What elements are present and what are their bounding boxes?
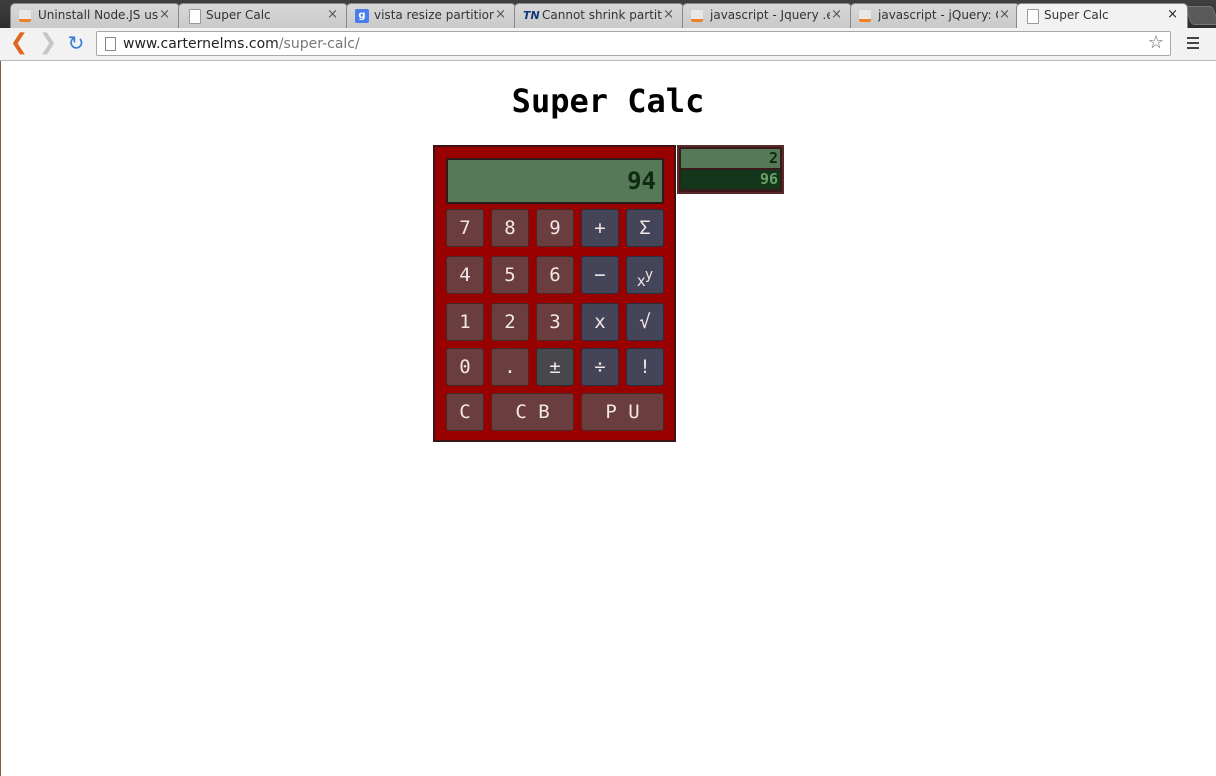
key-6[interactable]: 6 <box>536 256 574 294</box>
stackoverflow-icon <box>19 10 31 22</box>
key-7[interactable]: 7 <box>446 209 484 247</box>
tab-close-icon[interactable]: × <box>495 7 506 22</box>
key-push[interactable]: P U <box>581 393 664 431</box>
stackoverflow-icon <box>691 10 703 22</box>
page-icon <box>105 37 116 51</box>
page-title: Super Calc <box>511 82 705 120</box>
tab-close-icon[interactable]: × <box>831 7 842 22</box>
key-minus[interactable]: − <box>581 256 619 294</box>
page-icon <box>189 9 201 24</box>
window-edge <box>0 61 1 776</box>
stackoverflow-icon <box>859 10 871 22</box>
key-power-label: xy <box>636 267 654 290</box>
url-host: www.carternelms.com <box>123 36 279 52</box>
key-8[interactable]: 8 <box>491 209 529 247</box>
key-5[interactable]: 5 <box>491 256 529 294</box>
key-2[interactable]: 2 <box>491 303 529 341</box>
key-power[interactable]: xy <box>626 256 664 294</box>
key-4[interactable]: 4 <box>446 256 484 294</box>
history-stack: 2 96 <box>677 145 784 194</box>
key-factorial[interactable]: ! <box>626 348 664 386</box>
tab-close-icon[interactable]: × <box>1167 7 1178 22</box>
tab-title: vista resize partition <box>374 8 494 22</box>
key-plus[interactable]: + <box>581 209 619 247</box>
tab-title: Super Calc <box>1044 8 1109 22</box>
key-plus-minus[interactable]: ± <box>536 348 574 386</box>
tab-1[interactable]: Uninstall Node.JS usi × <box>10 3 180 28</box>
key-sqrt[interactable]: √ <box>626 303 664 341</box>
bookmark-star-icon[interactable]: ☆ <box>1148 32 1164 53</box>
key-clear[interactable]: C <box>446 393 484 431</box>
key-1[interactable]: 1 <box>446 303 484 341</box>
tab-strip: Uninstall Node.JS usi × Super Calc × g v… <box>0 0 1216 28</box>
calculator: 94 7 8 9 + Σ 4 5 6 − xy 1 2 3 x √ 0 . ± … <box>433 145 676 442</box>
tab-title: Uninstall Node.JS usi <box>38 8 158 22</box>
page-icon <box>1027 9 1039 24</box>
new-tab-button[interactable] <box>1184 6 1216 25</box>
tab-close-icon[interactable]: × <box>663 7 674 22</box>
address-bar[interactable]: www.carternelms.com/super-calc/ ☆ <box>96 31 1171 56</box>
tab-title: Cannot shrink partiti <box>542 8 662 22</box>
tab-3[interactable]: g vista resize partition × <box>346 3 516 28</box>
google-icon: g <box>355 9 369 23</box>
key-multiply[interactable]: x <box>581 303 619 341</box>
tab-6[interactable]: javascript - jQuery: G × <box>850 3 1020 28</box>
key-clear-back[interactable]: C B <box>491 393 574 431</box>
key-divide[interactable]: ÷ <box>581 348 619 386</box>
tab-close-icon[interactable]: × <box>999 7 1010 22</box>
key-decimal[interactable]: . <box>491 348 529 386</box>
history-entry[interactable]: 2 <box>681 149 780 168</box>
key-9[interactable]: 9 <box>536 209 574 247</box>
calculator-display: 94 <box>446 158 664 204</box>
tab-4[interactable]: TN Cannot shrink partiti × <box>514 3 684 28</box>
tab-close-icon[interactable]: × <box>327 7 338 22</box>
key-sum[interactable]: Σ <box>626 209 664 247</box>
key-3[interactable]: 3 <box>536 303 574 341</box>
history-entry[interactable]: 96 <box>681 170 780 189</box>
back-arrow-icon[interactable]: ❮ <box>8 32 30 54</box>
tn-icon: TN <box>523 9 540 22</box>
url-text[interactable]: www.carternelms.com/super-calc/ <box>123 36 360 52</box>
browser-toolbar: ❮ ❯ ↻ www.carternelms.com/super-calc/ ☆ <box>0 28 1216 61</box>
url-path: /super-calc/ <box>278 36 360 52</box>
tab-close-icon[interactable]: × <box>159 7 170 22</box>
tab-title: javascript - Jquery .e <box>710 8 830 22</box>
tab-5[interactable]: javascript - Jquery .e × <box>682 3 852 28</box>
menu-icon[interactable] <box>1184 34 1202 54</box>
tab-title: Super Calc <box>206 8 271 22</box>
reload-icon[interactable]: ↻ <box>65 32 87 54</box>
tab-7-active[interactable]: Super Calc × <box>1016 3 1188 28</box>
forward-arrow-icon[interactable]: ❯ <box>37 32 59 54</box>
tab-2[interactable]: Super Calc × <box>178 3 348 28</box>
key-0[interactable]: 0 <box>446 348 484 386</box>
tab-title: javascript - jQuery: G <box>878 8 998 22</box>
